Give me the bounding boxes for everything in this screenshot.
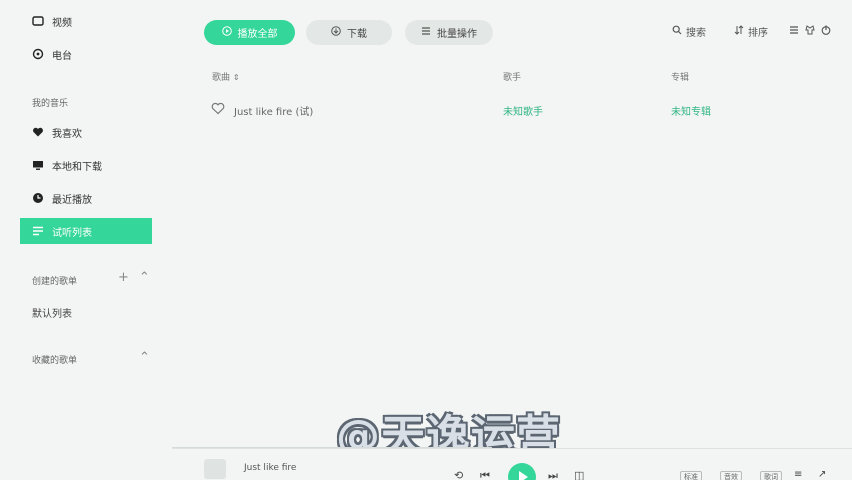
collected-playlists-heading: 收藏的歌单 bbox=[32, 356, 78, 366]
download-icon bbox=[331, 26, 341, 39]
play-icon bbox=[221, 26, 232, 39]
search-icon bbox=[672, 25, 682, 38]
sidebar-item-label: 试听列表 bbox=[52, 227, 92, 239]
sidebar-item-favorites[interactable]: 我喜欢 bbox=[20, 119, 152, 145]
column-header-album[interactable]: 专辑 bbox=[671, 70, 689, 83]
monitor-icon bbox=[32, 159, 44, 171]
album-cover[interactable] bbox=[204, 459, 226, 479]
play-button[interactable] bbox=[508, 463, 536, 480]
sidebar-item-local[interactable]: 本地和下载 bbox=[20, 152, 152, 178]
sort-button[interactable]: 排序 bbox=[734, 24, 768, 39]
sort-icon bbox=[734, 25, 744, 38]
share-icon[interactable]: ↗ bbox=[818, 469, 826, 480]
sidebar-item-recent[interactable]: 最近播放 bbox=[20, 185, 152, 211]
power-icon[interactable] bbox=[820, 24, 832, 39]
column-header-song[interactable]: 歌曲 ⇕ bbox=[212, 70, 240, 83]
sidebar-item-label: 本地和下载 bbox=[52, 161, 102, 173]
chevron-up-icon[interactable]: ⌃ bbox=[139, 350, 150, 365]
play-all-button[interactable]: 播放全部 bbox=[204, 20, 295, 45]
column-header-artist[interactable]: 歌手 bbox=[503, 70, 521, 83]
song-album[interactable]: 未知专辑 bbox=[671, 103, 711, 118]
playlist-icon[interactable]: ≡ bbox=[794, 469, 802, 480]
sidebar-item-trial[interactable]: 试听列表 bbox=[20, 218, 152, 244]
sidebar-item-video[interactable]: 视频 bbox=[20, 8, 152, 34]
now-playing-title: Just like fire bbox=[244, 463, 297, 473]
volume-icon[interactable]: ◫ bbox=[574, 469, 584, 480]
created-playlists-heading: 创建的歌单 bbox=[32, 277, 78, 287]
sidebar-item-radio[interactable]: 电台 bbox=[20, 41, 152, 67]
list-icon bbox=[421, 26, 431, 39]
plus-icon[interactable]: + bbox=[118, 270, 129, 285]
previous-icon[interactable]: ⏮ bbox=[480, 469, 490, 480]
batch-operation-button[interactable]: 批量操作 bbox=[405, 20, 493, 45]
player-bar: Just like fire ⟲ ⏮ ⏭ ◫ 标准 音效 歌词 ≡ ↗ bbox=[172, 448, 852, 480]
song-title[interactable]: Just like fire (试) bbox=[234, 103, 313, 118]
quality-tag[interactable]: 标准 bbox=[680, 471, 702, 480]
menu-icon[interactable] bbox=[788, 24, 800, 39]
chevron-up-icon[interactable]: ⌃ bbox=[139, 270, 150, 285]
radio-icon bbox=[32, 48, 44, 60]
window-controls bbox=[788, 24, 832, 39]
download-button[interactable]: 下载 bbox=[306, 20, 392, 45]
lyrics-tag[interactable]: 歌词 bbox=[760, 471, 782, 480]
list-icon bbox=[32, 225, 44, 237]
song-artist[interactable]: 未知歌手 bbox=[503, 103, 543, 118]
effect-tag[interactable]: 音效 bbox=[720, 471, 742, 480]
loop-icon[interactable]: ⟲ bbox=[454, 469, 463, 480]
sidebar: 视频 电台 我的音乐 我喜欢 本地和下载 最近播放 试听列表 创建的歌单 + ⌃ bbox=[0, 0, 172, 448]
heart-icon bbox=[32, 126, 44, 138]
next-icon[interactable]: ⏭ bbox=[548, 469, 558, 480]
sidebar-item-label: 我喜欢 bbox=[52, 128, 82, 140]
sort-arrows-icon: ⇕ bbox=[232, 73, 240, 82]
table-row[interactable]: Just like fire (试) 未知歌手 未知专辑 bbox=[0, 100, 852, 120]
video-icon bbox=[32, 15, 44, 27]
skin-icon[interactable] bbox=[804, 24, 816, 39]
clock-icon bbox=[32, 192, 44, 204]
sidebar-item-label: 电台 bbox=[52, 50, 72, 62]
sidebar-item-label: 最近播放 bbox=[52, 194, 92, 206]
playlist-default[interactable]: 默认列表 bbox=[32, 305, 72, 320]
trial-badge: (试) bbox=[295, 107, 314, 118]
search-button[interactable]: 搜索 bbox=[672, 24, 706, 39]
sidebar-item-label: 视频 bbox=[52, 17, 72, 29]
heart-outline-icon[interactable] bbox=[211, 102, 225, 118]
